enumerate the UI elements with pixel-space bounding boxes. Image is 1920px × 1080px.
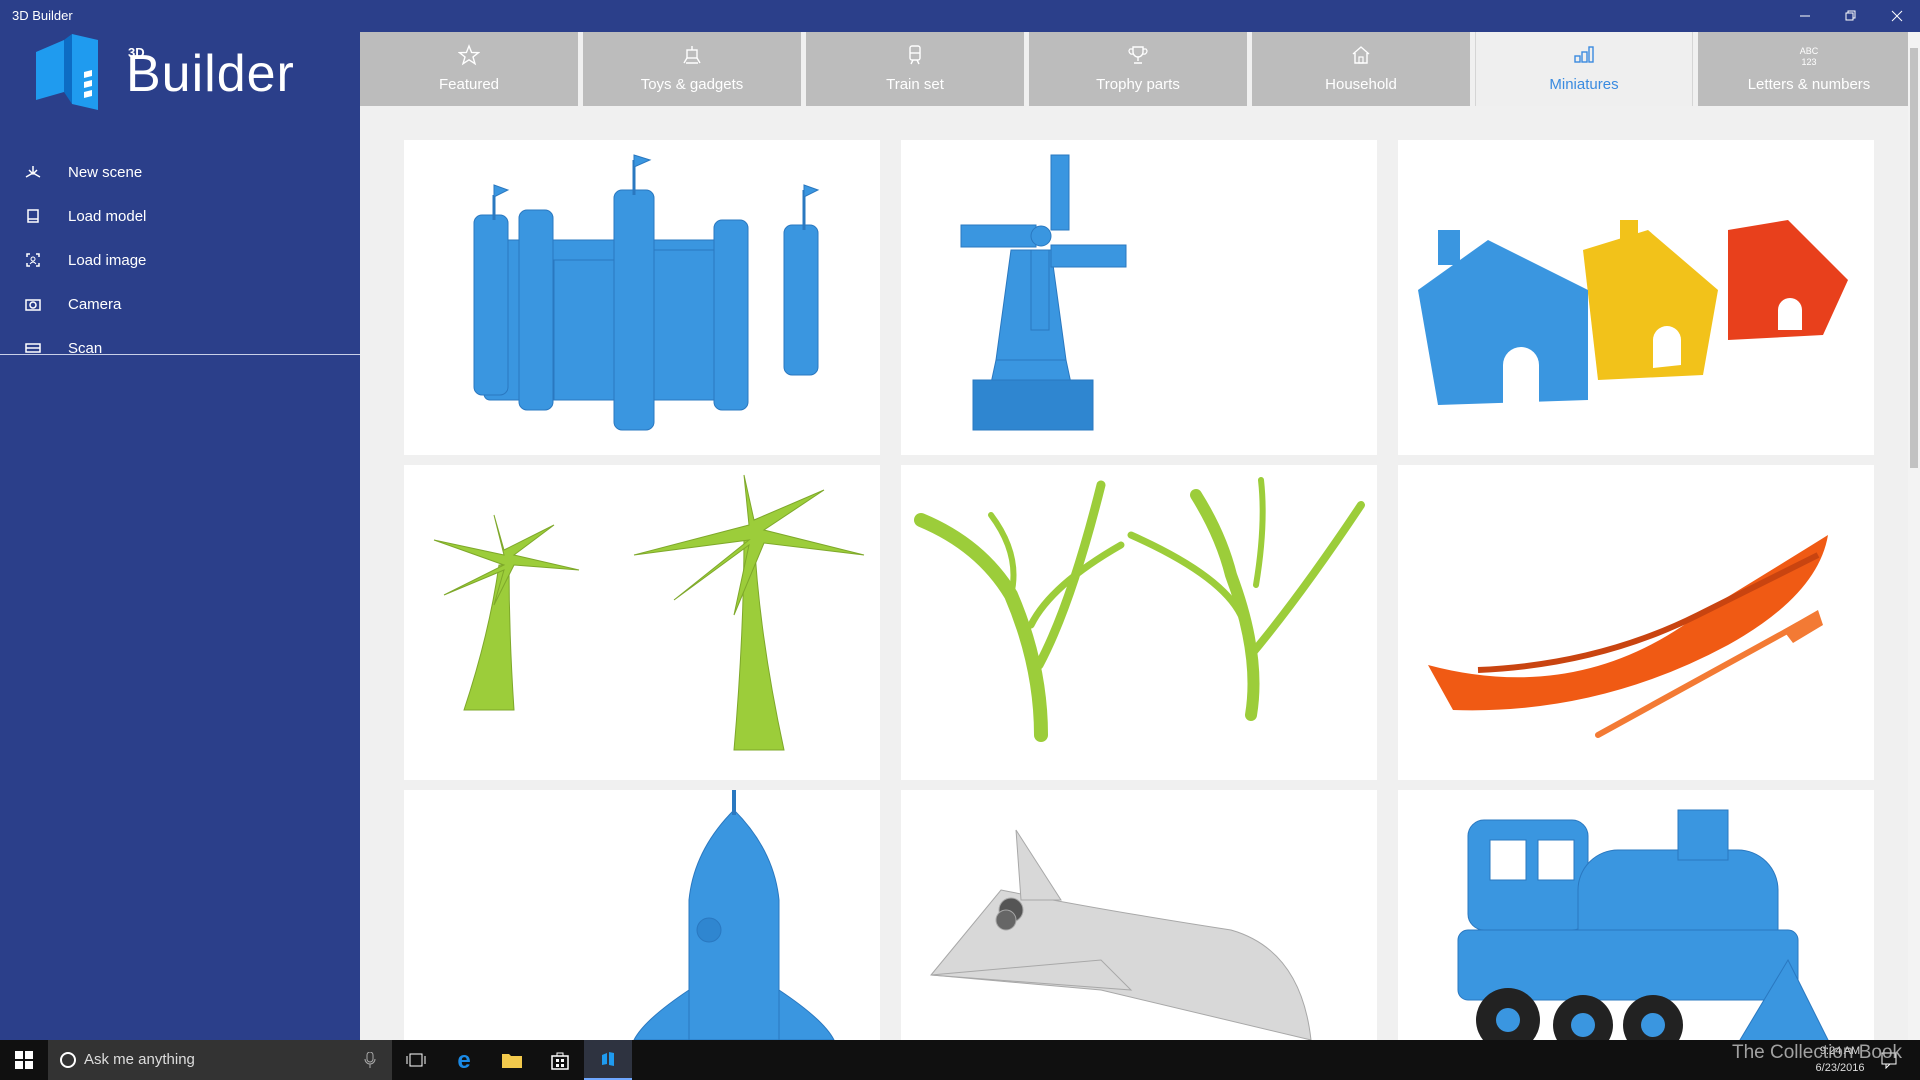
task-view-button[interactable] <box>392 1040 440 1080</box>
tab-label: Household <box>1325 76 1397 93</box>
close-button[interactable] <box>1874 0 1920 32</box>
vertical-scrollbar[interactable] <box>1908 32 1920 1040</box>
miniatures-icon <box>1574 46 1594 63</box>
svg-text:e: e <box>457 1049 470 1071</box>
logo-name: Builder <box>126 45 295 103</box>
watermark: The Collection Book <box>1732 1042 1903 1063</box>
menu-item-label: Load image <box>68 251 147 269</box>
model-card-rocket[interactable] <box>404 790 880 1040</box>
restore-button[interactable] <box>1828 0 1874 32</box>
tab-label: Trophy parts <box>1096 76 1180 93</box>
load-image-icon <box>26 253 40 267</box>
tab-letters-numbers[interactable]: ABC 123 Letters & numbers <box>1698 32 1920 106</box>
tab-label: Letters & numbers <box>1747 76 1871 93</box>
rocket-image <box>633 790 835 1040</box>
house-icon <box>1352 46 1370 64</box>
edge-icon: e <box>457 1049 470 1071</box>
menu-item-label: Camera <box>68 295 122 313</box>
category-tabs: Featured Toys & gadgets Train set Trophy… <box>360 32 1920 106</box>
robot-icon <box>683 46 701 64</box>
train-icon <box>909 45 921 65</box>
model-card-trees[interactable] <box>901 465 1377 780</box>
tab-label: Toys & gadgets <box>640 76 744 93</box>
model-gallery <box>360 106 1908 1040</box>
model-card-locomotive[interactable] <box>1398 790 1874 1040</box>
menu-item-scan[interactable]: Scan <box>0 326 360 370</box>
menu-item-new-scene[interactable]: New scene <box>0 150 360 194</box>
model-card-space-shuttle[interactable] <box>901 790 1377 1040</box>
taskbar: Ask me anything e 9:24 AM 6/23/2016 <box>0 1040 1920 1080</box>
model-card-castle[interactable] <box>404 140 880 455</box>
space-shuttle-image <box>930 829 1312 1040</box>
file-explorer-taskbar-button[interactable] <box>488 1040 536 1080</box>
cortana-icon <box>60 1052 76 1068</box>
menu-item-camera[interactable]: Camera <box>0 282 360 326</box>
store-taskbar-button[interactable] <box>536 1040 584 1080</box>
tab-label: Train set <box>886 76 944 93</box>
3d-builder-icon <box>602 1052 614 1066</box>
3d-builder-taskbar-button[interactable] <box>584 1040 632 1080</box>
scrollbar-thumb[interactable] <box>1910 48 1918 468</box>
cortana-search-box[interactable]: Ask me anything <box>48 1040 392 1080</box>
trophy-icon <box>1128 46 1148 64</box>
rowboat-image <box>1428 535 1828 738</box>
new-scene-icon <box>25 166 41 178</box>
sidebar: 3D Builder New scene Load model Load ima… <box>0 32 360 1040</box>
svg-text:123: 123 <box>1801 57 1816 67</box>
castle-image <box>473 154 820 431</box>
sidebar-divider <box>0 354 360 355</box>
menu-item-label: Load model <box>68 207 147 225</box>
palm-trees-image <box>433 474 865 751</box>
menu-item-load-model[interactable]: Load model <box>0 194 360 238</box>
tab-toys-gadgets[interactable]: Toys & gadgets <box>583 32 801 106</box>
app-logo: 3D Builder <box>34 32 294 122</box>
windows-icon <box>15 1051 33 1069</box>
trees-image <box>914 477 1365 742</box>
camera-icon <box>25 299 41 311</box>
locomotive-image <box>1457 809 1829 1040</box>
title-bar: 3D Builder <box>0 0 1920 32</box>
tab-label: Miniatures <box>1549 76 1619 93</box>
window-title: 3D Builder <box>12 8 73 23</box>
task-view-icon <box>406 1053 426 1067</box>
folder-icon <box>502 1054 522 1068</box>
minimize-button[interactable] <box>1782 0 1828 32</box>
tab-featured[interactable]: Featured <box>360 32 578 106</box>
menu-item-label: New scene <box>68 163 143 181</box>
abc-123-icon: ABC123 <box>1800 46 1819 67</box>
menu-item-load-image[interactable]: Load image <box>0 238 360 282</box>
load-model-icon <box>27 209 39 223</box>
tab-trophy-parts[interactable]: Trophy parts <box>1029 32 1247 106</box>
svg-text:ABC: ABC <box>1800 46 1819 56</box>
sidebar-menu: New scene Load model Load image Camera S… <box>0 150 360 370</box>
logo-icon <box>36 34 98 110</box>
windmill-image <box>960 154 1127 431</box>
model-card-rowboat[interactable] <box>1398 465 1874 780</box>
store-icon <box>551 1052 569 1070</box>
houses-image <box>1418 220 1848 405</box>
model-card-houses[interactable] <box>1398 140 1874 455</box>
model-card-palm-trees[interactable] <box>404 465 880 780</box>
tab-train-set[interactable]: Train set <box>806 32 1024 106</box>
microphone-icon[interactable] <box>364 1052 376 1068</box>
search-placeholder: Ask me anything <box>84 1051 195 1068</box>
tab-miniatures[interactable]: Miniatures <box>1475 32 1693 106</box>
edge-taskbar-button[interactable]: e <box>440 1040 488 1080</box>
tab-household[interactable]: Household <box>1252 32 1470 106</box>
star-icon <box>458 44 480 66</box>
tab-label: Featured <box>438 76 500 93</box>
start-button[interactable] <box>0 1040 48 1080</box>
model-card-windmill[interactable] <box>901 140 1377 455</box>
